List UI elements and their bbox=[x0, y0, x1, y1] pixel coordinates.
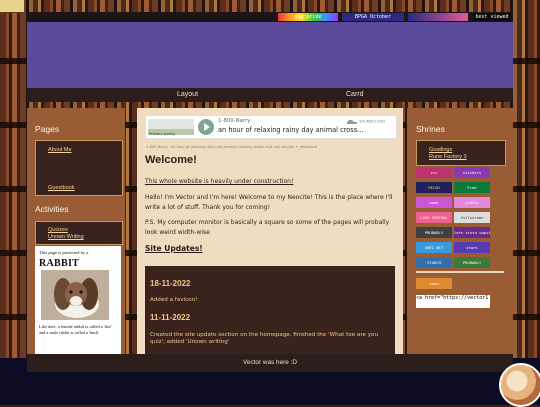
badge-button[interactable]: pretty bbox=[454, 197, 490, 208]
badge-button[interactable]: stars bbox=[454, 242, 490, 253]
guestbook-link[interactable]: Guestbook bbox=[48, 184, 75, 192]
corner-cookie-image bbox=[499, 363, 540, 407]
update-text: Created the site update section on the h… bbox=[150, 332, 379, 345]
soundcloud-label: SOUNDCLOUD bbox=[359, 119, 385, 124]
badge-button[interactable]: lets crush capitalism bbox=[454, 227, 490, 238]
badge-button[interactable]: PROBABLY bbox=[454, 257, 490, 268]
badge-button[interactable]: LOVE CENTRAL bbox=[416, 212, 452, 223]
shrines-heading: Shrines bbox=[416, 124, 445, 134]
rabbit-image bbox=[41, 270, 109, 320]
track-title[interactable]: an hour of relaxing rainy day animal cro… bbox=[218, 126, 363, 134]
header-banner bbox=[27, 22, 513, 88]
rabbit-caption: This page is protected by a bbox=[39, 250, 89, 255]
badge-button[interactable]: fullscreen bbox=[454, 212, 490, 223]
pages-box: About Me Guestbook bbox=[35, 140, 123, 196]
activities-heading: Activities bbox=[35, 204, 69, 214]
badge-button[interactable]: oooo bbox=[416, 197, 452, 208]
badge-button[interactable]: stickers bbox=[454, 167, 490, 178]
rabbit-fact: Like deer, a female rabbit is called a '… bbox=[39, 324, 112, 335]
badge-button[interactable]: snow bbox=[416, 278, 452, 289]
page-title: Welcome! bbox=[145, 154, 197, 166]
soundcloud-player[interactable]: Privacy policy 1-800-Narry an hour of re… bbox=[145, 115, 397, 149]
badge-button[interactable]: PROBABLY bbox=[416, 227, 452, 238]
october-button[interactable]: BPGA October bbox=[342, 13, 404, 21]
construction-notice: This whole website is heavily under cons… bbox=[145, 178, 294, 185]
badge-button[interactable]: STARCH bbox=[416, 257, 452, 268]
update-text: Added a favicon! bbox=[150, 297, 198, 303]
nav-bar: Layout Carrd bbox=[27, 88, 513, 102]
shrines-box: Goatlings Rune Factory 3 bbox=[416, 140, 506, 166]
activities-box: Quizzes Unown Writing bbox=[35, 221, 123, 245]
badge-button[interactable]: Free bbox=[454, 182, 490, 193]
main-content: Privacy policy 1-800-Narry an hour of re… bbox=[137, 108, 403, 354]
play-icon bbox=[204, 123, 210, 131]
soundcloud-logo[interactable]: SOUNDCLOUD bbox=[346, 119, 385, 124]
badge-button[interactable]: ccc bbox=[416, 167, 452, 178]
privacy-policy-link[interactable]: Privacy policy bbox=[149, 131, 175, 136]
unown-writing-link[interactable]: Unown Writing bbox=[48, 233, 84, 241]
page-footer: Vector was here :D bbox=[27, 354, 513, 372]
intro-text: Hello! I'm Vector and I'm here! Welcome … bbox=[145, 194, 393, 211]
badge-button[interactable]: MELON bbox=[416, 182, 452, 193]
player-footer-text: 1-800-Narry · an hour of relaxing rainy … bbox=[146, 145, 318, 149]
pride-button[interactable]: gay pride bbox=[278, 13, 338, 21]
about-me-link[interactable]: About Me bbox=[48, 146, 72, 154]
ps-text: P.S. My computer monitor is basically a … bbox=[145, 219, 390, 236]
nav-layout-link[interactable]: Layout bbox=[177, 89, 198, 101]
update-date: 18-11-2022 bbox=[150, 279, 191, 288]
soundcloud-icon bbox=[347, 120, 357, 124]
update-date: 11-11-2022 bbox=[150, 313, 191, 322]
rabbit-widget[interactable]: This page is protected by a RABBIT Like … bbox=[35, 246, 121, 354]
site-updates-heading: Site Updates! bbox=[145, 244, 203, 253]
code-snippet[interactable]: <a href="https://vector1 bbox=[416, 295, 490, 308]
pages-heading: Pages bbox=[35, 124, 60, 134]
rune-factory-link[interactable]: Rune Factory 3 bbox=[429, 153, 467, 161]
track-artist[interactable]: 1-800-Narry bbox=[218, 118, 250, 124]
rabbit-title: RABBIT bbox=[39, 258, 80, 269]
avatar-badge bbox=[0, 0, 24, 13]
nav-carrd-link[interactable]: Carrd bbox=[346, 89, 364, 101]
play-button[interactable] bbox=[198, 119, 214, 135]
stamp-button[interactable] bbox=[408, 13, 468, 21]
updates-box: 18-11-2022 Added a favicon! 11-11-2022 C… bbox=[145, 266, 395, 354]
best-viewed-button[interactable]: best viewed bbox=[473, 13, 511, 21]
badge-button[interactable]: ANTI NFT bbox=[416, 242, 452, 253]
divider bbox=[416, 271, 504, 273]
